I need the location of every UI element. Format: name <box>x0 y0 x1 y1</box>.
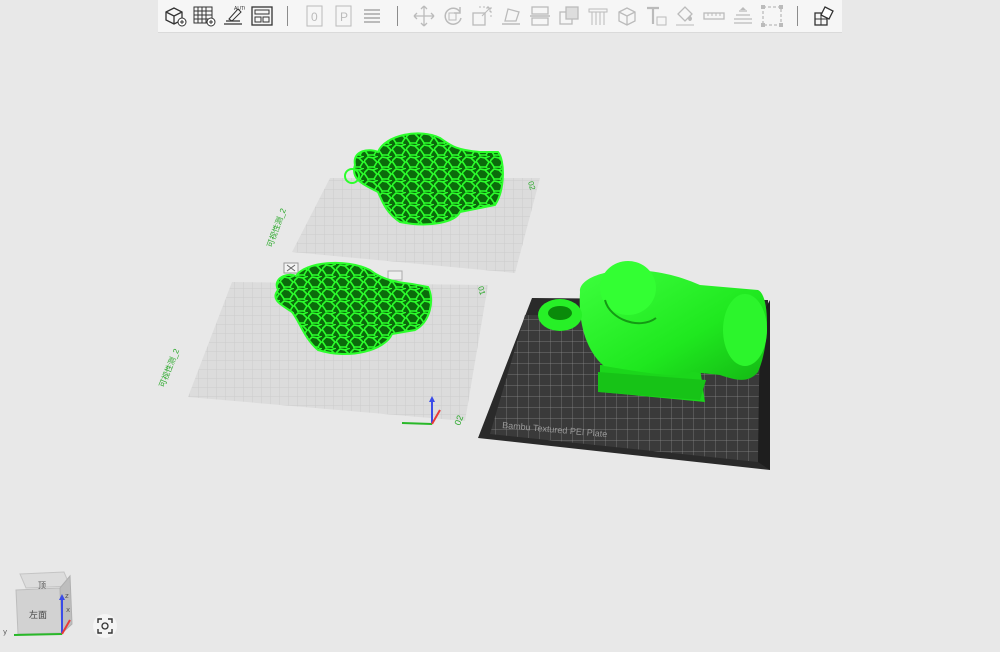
support-paint-icon <box>588 8 607 25</box>
fit-view-button[interactable] <box>93 614 117 638</box>
arrange-icon <box>250 6 273 26</box>
rotate-button[interactable] <box>438 2 467 31</box>
color-paint-button[interactable] <box>670 2 699 31</box>
svg-text:0: 0 <box>311 10 318 24</box>
measure-button[interactable] <box>699 2 728 31</box>
add-plate-button[interactable] <box>189 2 218 31</box>
toolbar-separator <box>287 6 288 26</box>
text-emboss-button[interactable] <box>641 2 670 31</box>
plate-number-0-icon: 0 <box>306 5 322 27</box>
view-cube[interactable]: 顶 左面 x y z <box>0 568 80 647</box>
assembly-button[interactable] <box>612 2 641 31</box>
view-cube-y-axis <box>13 633 63 636</box>
seam-button[interactable] <box>757 2 786 31</box>
lay-on-face-button[interactable] <box>496 2 525 31</box>
move-icon <box>413 5 434 27</box>
plate-02-name: 可视性测_2 <box>264 206 288 248</box>
plate-active[interactable]: Bambu Textured PEI Plate <box>478 261 770 470</box>
rotate-icon <box>443 7 462 25</box>
split-icon <box>813 6 834 26</box>
layers-list-button[interactable] <box>357 2 386 31</box>
boolean-icon <box>558 6 579 25</box>
scale-icon <box>471 6 491 26</box>
variable-layer-button[interactable] <box>728 2 757 31</box>
3d-viewport[interactable]: 02 可视性测_2 01 可视性测_2 02 Bambu Textured PE… <box>0 33 1000 647</box>
plate-p-button[interactable]: P <box>328 2 357 31</box>
measure-icon <box>702 12 725 20</box>
support-paint-button[interactable] <box>583 2 612 31</box>
seam-icon <box>760 5 783 27</box>
scale-button[interactable] <box>467 2 496 31</box>
auto-orient-button[interactable]: AUTO <box>218 2 247 31</box>
text-emboss-icon <box>646 6 666 26</box>
view-cube-top-label: 顶 <box>38 581 46 590</box>
split-button[interactable] <box>809 2 838 31</box>
move-button[interactable] <box>409 2 438 31</box>
add-plate-icon <box>193 6 215 27</box>
add-object-button[interactable] <box>160 2 189 31</box>
boolean-button[interactable] <box>554 2 583 31</box>
cut-icon <box>529 6 550 26</box>
view-cube-y-label: y <box>3 628 7 636</box>
view-cube-z-label: z <box>65 592 69 600</box>
plate-number-0-button[interactable]: 0 <box>299 2 328 31</box>
plate-01-lock-button[interactable] <box>387 270 403 281</box>
layers-list-icon <box>363 9 380 23</box>
toolbar-separator <box>797 6 798 26</box>
fit-view-icon <box>97 618 113 634</box>
svg-text:AUTO: AUTO <box>234 6 245 12</box>
view-cube-face-label: 左面 <box>29 609 47 621</box>
variable-layer-icon <box>733 7 752 24</box>
arrange-button[interactable] <box>247 2 276 31</box>
plate-p-icon: P <box>335 5 351 27</box>
top-toolbar: AUTO 0 P <box>158 0 842 33</box>
plate-01-name: 可视性测_2 <box>157 347 182 389</box>
view-cube-x-label: x <box>66 606 70 614</box>
add-object-icon <box>164 7 186 27</box>
assembly-icon <box>617 7 636 26</box>
lay-on-face-icon <box>501 8 520 25</box>
cut-button[interactable] <box>525 2 554 31</box>
toolbar-separator <box>397 6 398 26</box>
plate-01[interactable]: 01 可视性测_2 02 <box>157 261 488 427</box>
svg-text:P: P <box>340 10 348 24</box>
color-paint-icon <box>675 6 694 26</box>
auto-orient-icon: AUTO <box>223 6 245 25</box>
plate-02[interactable]: 02 可视性测_2 <box>264 132 540 273</box>
scene-canvas[interactable]: 02 可视性测_2 01 可视性测_2 02 Bambu Textured PE… <box>0 33 1000 647</box>
